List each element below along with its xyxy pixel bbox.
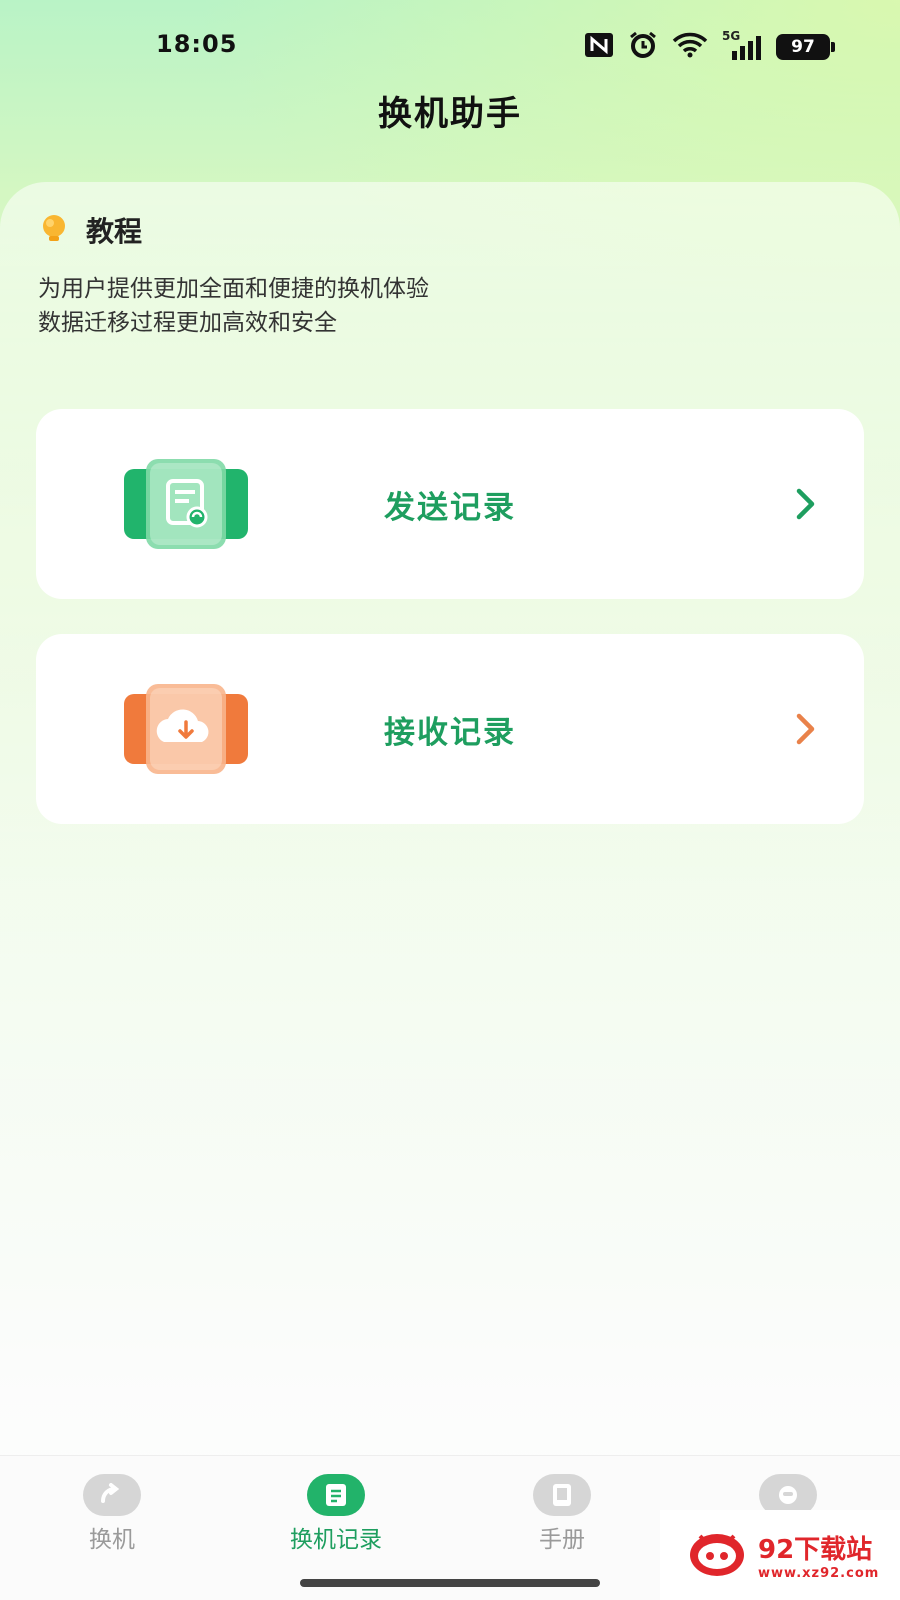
page-title: 换机助手 bbox=[378, 94, 522, 134]
record-icon bbox=[307, 1474, 365, 1516]
chevron-right-icon bbox=[792, 711, 820, 747]
swap-icon bbox=[83, 1474, 141, 1516]
description-line: 数据迁移过程更加高效和安全 bbox=[38, 310, 337, 336]
watermark-name: 92下载站 bbox=[758, 1535, 873, 1565]
tutorial-title: 教程 bbox=[86, 215, 143, 248]
lightbulb-icon bbox=[38, 212, 70, 248]
tab-manual[interactable]: 手册 bbox=[462, 1474, 662, 1554]
book-icon bbox=[533, 1474, 591, 1516]
home-indicator bbox=[300, 1579, 600, 1587]
tab-label: 手册 bbox=[539, 1527, 585, 1553]
tab-switch[interactable]: 换机 bbox=[12, 1474, 212, 1554]
watermark-logo-icon bbox=[688, 1528, 746, 1582]
status-time: 18:05 bbox=[156, 30, 238, 58]
tab-label: 换机记录 bbox=[290, 1527, 382, 1553]
status-bar: 18:05 5G 97 bbox=[0, 0, 900, 90]
tutorial-header[interactable]: 教程 bbox=[38, 210, 142, 250]
send-records-label: 发送记录 bbox=[384, 489, 516, 526]
receive-records-card[interactable]: 接收记录 bbox=[36, 634, 864, 824]
chevron-right-icon bbox=[792, 486, 820, 522]
receive-records-label: 接收记录 bbox=[384, 714, 516, 751]
battery-icon: 97 bbox=[776, 34, 835, 60]
tutorial-description: 为用户提供更加全面和便捷的换机体验 数据迁移过程更加高效和安全 bbox=[38, 272, 429, 340]
wifi-icon bbox=[672, 32, 708, 62]
send-records-card[interactable]: 发送记录 bbox=[36, 409, 864, 599]
alarm-icon bbox=[628, 31, 658, 63]
status-icons: 5G 97 bbox=[584, 29, 835, 63]
watermark: 92下载站 www.xz92.com bbox=[660, 1510, 900, 1600]
signal-icon: 5G bbox=[722, 29, 762, 61]
watermark-url: www.xz92.com bbox=[758, 1566, 880, 1581]
battery-level: 97 bbox=[791, 37, 815, 57]
tab-switch-records[interactable]: 换机记录 bbox=[236, 1474, 436, 1554]
tab-label: 换机 bbox=[89, 1527, 135, 1553]
description-line: 为用户提供更加全面和便捷的换机体验 bbox=[38, 276, 429, 302]
nfc-icon bbox=[584, 32, 614, 62]
